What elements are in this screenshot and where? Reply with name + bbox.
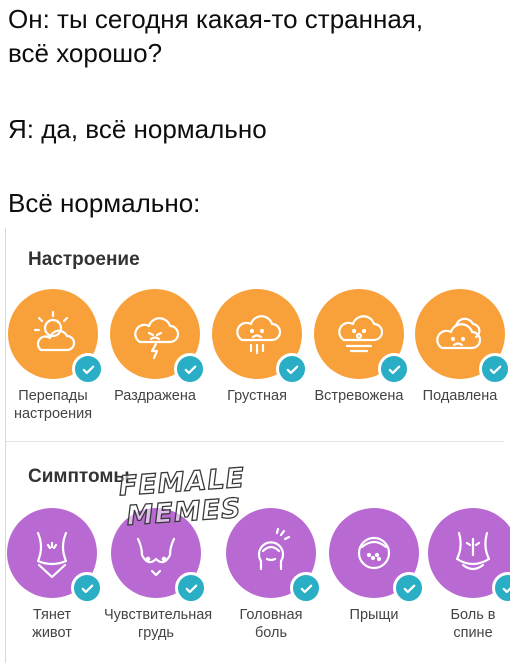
mood-item-depressed[interactable]: Подавлена <box>408 289 510 405</box>
mood-item-label: Перепады настроения <box>13 388 93 422</box>
meme-line-4: Всё нормально: <box>8 188 201 218</box>
symptom-circle[interactable] <box>329 508 425 604</box>
mood-circle[interactable] <box>415 289 510 385</box>
mood-item-label: Встревожена <box>314 388 404 404</box>
selected-check-icon <box>492 572 510 604</box>
symptom-item-headache[interactable]: Головная боль <box>219 508 323 642</box>
section-divider <box>6 441 504 442</box>
mood-circle[interactable] <box>212 289 308 385</box>
selected-check-icon <box>276 353 308 385</box>
meme-line-2: всё хорошо? <box>8 38 163 68</box>
watermark-logo: FEMALE MEMES <box>117 462 247 533</box>
mood-section-title: Настроение <box>28 249 140 270</box>
symptom-item-acne[interactable]: Прыщи <box>322 508 426 624</box>
symptom-circle[interactable] <box>7 508 103 604</box>
back-pain-icon <box>455 531 491 571</box>
symptom-item-label: Чувствительная грудь <box>104 607 213 641</box>
symptom-item-label: Тянет живот <box>32 607 72 641</box>
selected-check-icon <box>290 572 322 604</box>
selected-check-icon <box>71 572 103 604</box>
mood-item-irritated[interactable]: Раздражена <box>103 289 207 405</box>
rain-cloud-icon <box>236 315 282 355</box>
mood-item-label: Раздражена <box>114 388 196 404</box>
symptom-item-back-pain[interactable]: Боль в спине <box>421 508 510 642</box>
symptom-item-label: Прыщи <box>349 607 399 623</box>
selected-check-icon <box>72 353 104 385</box>
selected-check-icon <box>175 572 207 604</box>
symptom-item-cramps[interactable]: Тянет живот <box>0 508 104 642</box>
acne-face-icon <box>357 536 391 570</box>
mood-circle[interactable] <box>110 289 206 385</box>
mood-item-sad[interactable]: Грустная <box>205 289 309 405</box>
mood-item-anxious[interactable]: Встревожена <box>307 289 411 405</box>
mood-item-mood-swings[interactable]: Перепады настроения <box>1 289 105 423</box>
mood-item-label: Грустная <box>227 388 287 404</box>
heavy-cloud-icon <box>436 317 482 350</box>
symptom-item-label: Боль в спине <box>450 607 496 641</box>
headache-icon <box>257 527 291 571</box>
lightning-cloud-icon <box>134 317 180 360</box>
mood-circle[interactable] <box>314 289 410 385</box>
mood-circle[interactable] <box>8 289 104 385</box>
breast-icon <box>136 537 176 577</box>
mood-item-label: Подавлена <box>422 388 498 404</box>
meme-line-1: Он: ты сегодня какая-то странная, <box>8 4 424 34</box>
selected-check-icon <box>174 353 206 385</box>
sun-cloud-icon <box>33 310 76 352</box>
selected-check-icon <box>378 353 410 385</box>
selected-check-icon <box>479 353 510 385</box>
symptom-circle[interactable] <box>428 508 510 604</box>
symptom-item-label: Головная боль <box>239 607 303 641</box>
abdomen-icon <box>36 531 68 579</box>
meme-line-3: Я: да, всё нормально <box>8 114 267 144</box>
fog-cloud-icon <box>338 315 384 353</box>
